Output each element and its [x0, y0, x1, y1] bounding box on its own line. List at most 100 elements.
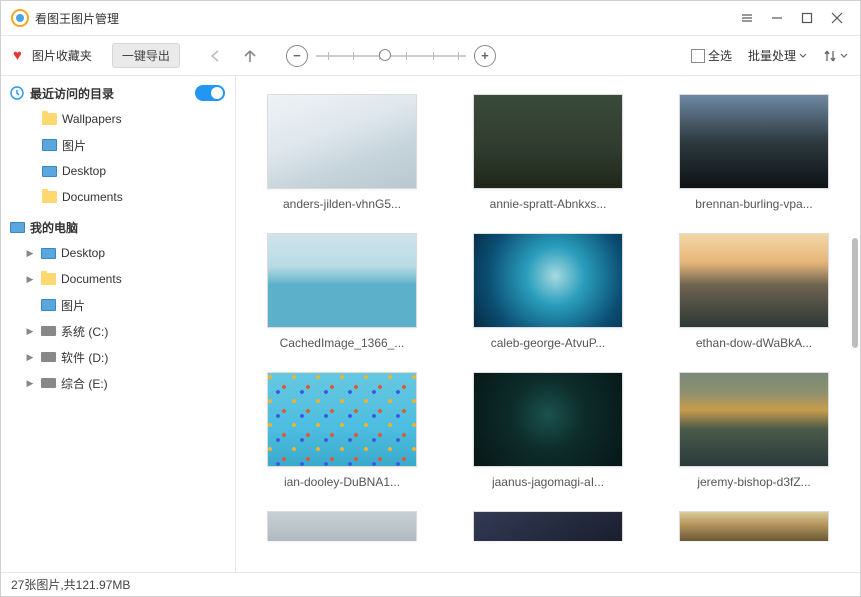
- thumbnail-item[interactable]: [252, 511, 432, 541]
- back-button[interactable]: [208, 49, 224, 63]
- tree-item-label: Desktop: [62, 164, 106, 178]
- monitor-icon: [9, 220, 25, 234]
- thumbnail-item[interactable]: ian-dooley-DuBNA1...: [252, 372, 432, 489]
- status-text: 27张图片,共121.97MB: [11, 576, 130, 593]
- computer-item[interactable]: ▶ 软件 (D:): [1, 344, 235, 370]
- zoom-slider[interactable]: [316, 55, 466, 57]
- recent-item[interactable]: Wallpapers: [1, 106, 235, 132]
- thumbnail-label: anders-jilden-vhnG5...: [283, 197, 401, 211]
- thumbnail-grid: anders-jilden-vhnG5... annie-spratt-Abnkx…: [236, 76, 860, 572]
- thumbnail-item[interactable]: ethan-dow-dWaBkA...: [664, 233, 844, 350]
- computer-item[interactable]: ▶ 综合 (E:): [1, 370, 235, 396]
- thumbnail-label: jeremy-bishop-d3fZ...: [697, 475, 810, 489]
- folder-icon: [41, 112, 57, 126]
- titlebar: 看图王图片管理: [1, 1, 860, 36]
- recent-header[interactable]: 最近访问的目录: [1, 80, 235, 106]
- recent-toggle[interactable]: [195, 85, 225, 101]
- chevron-down-icon: [799, 52, 807, 60]
- clock-icon: [9, 86, 25, 100]
- zoom-slider-thumb[interactable]: [379, 49, 391, 61]
- thumbnail-image[interactable]: [473, 511, 623, 541]
- computer-item[interactable]: ▶ Documents: [1, 266, 235, 292]
- expand-icon[interactable]: ▶: [25, 326, 35, 337]
- pic-icon: [40, 298, 56, 312]
- thumbnail-item[interactable]: [664, 511, 844, 541]
- thumbnail-label: CachedImage_1366_...: [280, 336, 405, 350]
- tree-item-label: 软件 (D:): [61, 349, 108, 366]
- scrollbar[interactable]: [852, 78, 858, 570]
- expand-icon[interactable]: ▶: [25, 274, 35, 285]
- select-all-checkbox[interactable]: 全选: [691, 47, 732, 64]
- heart-icon[interactable]: ♥: [13, 47, 22, 64]
- export-button[interactable]: 一键导出: [112, 43, 180, 68]
- thumbnail-image[interactable]: [473, 94, 623, 189]
- thumbnail-image[interactable]: [267, 233, 417, 328]
- expand-icon[interactable]: ▶: [25, 378, 35, 389]
- sort-icon: [823, 49, 837, 63]
- tree-item-label: Desktop: [61, 246, 105, 260]
- expand-icon[interactable]: ▶: [25, 352, 35, 363]
- tree-item-label: Documents: [61, 272, 122, 286]
- tree-item-label: 图片: [62, 137, 86, 154]
- thumbnail-image[interactable]: [267, 511, 417, 541]
- thumbnail-item[interactable]: annie-spratt-Abnkxs...: [458, 94, 638, 211]
- zoom-out-button[interactable]: −: [286, 45, 308, 67]
- computer-header[interactable]: 我的电脑: [1, 214, 235, 240]
- tree-item-label: 综合 (E:): [61, 375, 108, 392]
- recent-header-label: 最近访问的目录: [30, 85, 114, 102]
- thumbnail-item[interactable]: jaanus-jagomagi-aI...: [458, 372, 638, 489]
- expand-icon[interactable]: ▶: [25, 248, 35, 259]
- thumbnail-label: ethan-dow-dWaBkA...: [696, 336, 812, 350]
- thumbnail-item[interactable]: jeremy-bishop-d3fZ...: [664, 372, 844, 489]
- maximize-button[interactable]: [792, 4, 822, 32]
- select-all-label: 全选: [708, 47, 732, 64]
- disk-icon: [40, 376, 56, 390]
- thumbnail-image[interactable]: [679, 511, 829, 541]
- thumbnail-image[interactable]: [679, 94, 829, 189]
- thumbnail-item[interactable]: CachedImage_1366_...: [252, 233, 432, 350]
- close-button[interactable]: [822, 4, 852, 32]
- thumbnail-label: annie-spratt-Abnkxs...: [490, 197, 607, 211]
- sort-dropdown[interactable]: [823, 49, 848, 63]
- thumbnail-item[interactable]: anders-jilden-vhnG5...: [252, 94, 432, 211]
- thumbnail-label: ian-dooley-DuBNA1...: [284, 475, 400, 489]
- thumbnail-image[interactable]: [473, 372, 623, 467]
- computer-item[interactable]: 图片: [1, 292, 235, 318]
- computer-header-label: 我的电脑: [30, 219, 78, 236]
- batch-process-dropdown[interactable]: 批量处理: [748, 47, 807, 64]
- folder-icon: [40, 272, 56, 286]
- recent-item[interactable]: Desktop: [1, 158, 235, 184]
- up-button[interactable]: [242, 48, 258, 64]
- window-title: 看图王图片管理: [35, 10, 732, 27]
- thumbnail-label: jaanus-jagomagi-aI...: [492, 475, 604, 489]
- sidebar: 最近访问的目录 Wallpapers 图片 Desktop Documents 我的电…: [1, 76, 236, 572]
- thumbnail-item[interactable]: caleb-george-AtvuP...: [458, 233, 638, 350]
- scrollbar-handle[interactable]: [852, 238, 858, 348]
- thumbnail-image[interactable]: [679, 372, 829, 467]
- thumbnail-image[interactable]: [267, 372, 417, 467]
- thumbnail-image[interactable]: [267, 94, 417, 189]
- favorites-label[interactable]: 图片收藏夹: [32, 47, 92, 64]
- tree-item-label: Documents: [62, 190, 123, 204]
- recent-item[interactable]: 图片: [1, 132, 235, 158]
- pic-icon: [41, 138, 57, 152]
- computer-item[interactable]: ▶ 系统 (C:): [1, 318, 235, 344]
- app-icon: [11, 9, 29, 27]
- tree-item-label: 系统 (C:): [61, 323, 108, 340]
- thumbnail-image[interactable]: [679, 233, 829, 328]
- computer-item[interactable]: ▶ Desktop: [1, 240, 235, 266]
- monitor-icon: [41, 164, 57, 178]
- zoom-in-button[interactable]: +: [474, 45, 496, 67]
- chevron-down-icon: [840, 52, 848, 60]
- minimize-button[interactable]: [762, 4, 792, 32]
- tree-item-label: 图片: [61, 297, 85, 314]
- menu-button[interactable]: [732, 4, 762, 32]
- toolbar: ♥ 图片收藏夹 一键导出 − + 全选 批量处理: [1, 36, 860, 76]
- thumbnail-item[interactable]: brennan-burling-vpa...: [664, 94, 844, 211]
- tree-item-label: Wallpapers: [62, 112, 122, 126]
- thumbnail-item[interactable]: [458, 511, 638, 541]
- disk-icon: [40, 324, 56, 338]
- thumbnail-image[interactable]: [473, 233, 623, 328]
- recent-item[interactable]: Documents: [1, 184, 235, 210]
- monitor-icon: [40, 246, 56, 260]
